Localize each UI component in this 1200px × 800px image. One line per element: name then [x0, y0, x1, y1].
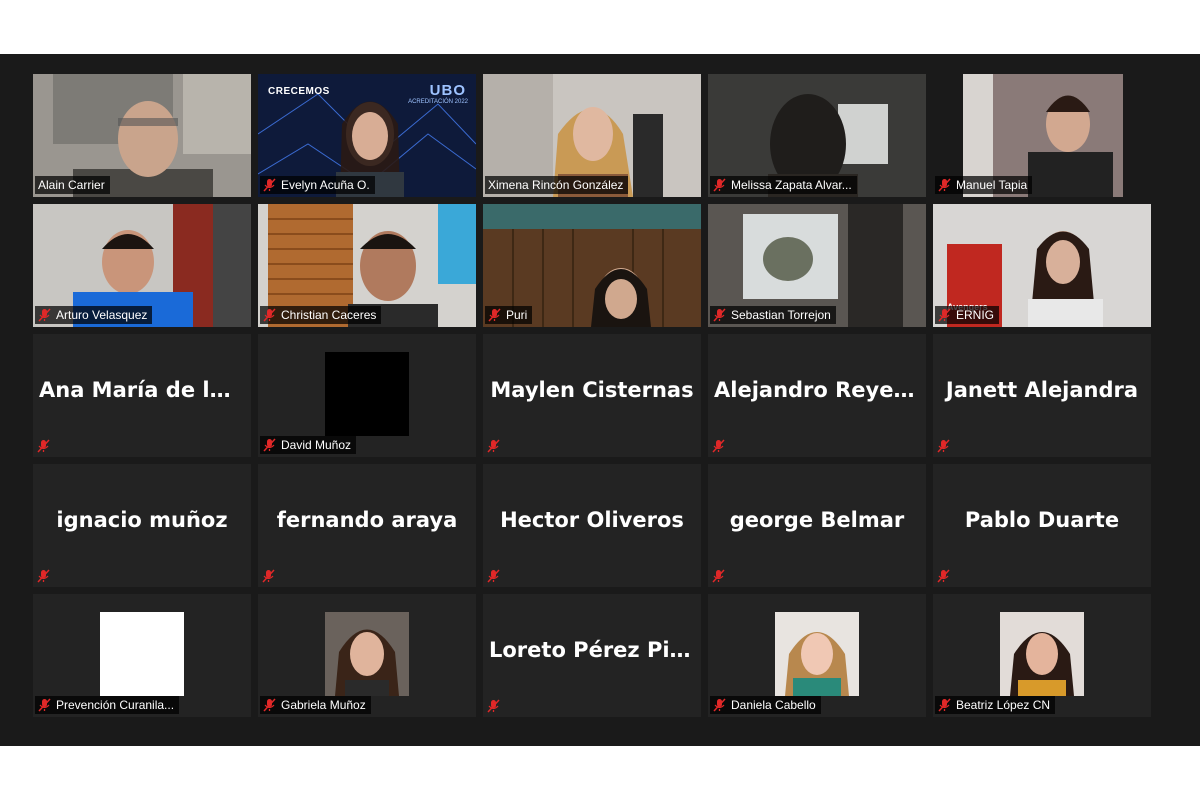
participant-tile[interactable]: CRECEMOS UBO ACREDITACIÓN 2022 Evelyn Ac…	[258, 74, 476, 197]
participant-tile[interactable]: Christian Caceres	[258, 204, 476, 327]
participant-label: Ximena Rincón González	[485, 176, 629, 194]
participant-name: Ximena Rincón González	[488, 178, 624, 192]
participant-name: Manuel Tapia	[956, 178, 1028, 192]
participant-display-name: Hector Oliveros	[500, 508, 684, 532]
participant-label: ERNIG	[935, 306, 1000, 324]
participant-label: Melissa Zapata Alvar...	[710, 176, 857, 194]
avatar	[325, 612, 409, 696]
muted-mic-icon	[712, 439, 725, 453]
avatar	[1000, 612, 1084, 696]
participant-label: Daniela Cabello	[710, 696, 821, 714]
participant-tile[interactable]: Sebastian Torrejon	[708, 204, 926, 327]
participant-tile[interactable]: Puri	[483, 204, 701, 327]
participant-label: Puri	[485, 306, 533, 324]
overlay-logo: CRECEMOS	[268, 86, 330, 97]
muted-mic-icon	[262, 569, 275, 583]
participant-display-name: Loreto Pérez Piz...	[489, 638, 701, 662]
participant-tile[interactable]: Alejandro Reyes...	[708, 334, 926, 457]
participant-tile[interactable]: Manuel Tapia	[933, 74, 1151, 197]
muted-mic-icon	[713, 308, 726, 322]
muted-mic-icon	[938, 698, 951, 712]
muted-mic-icon	[938, 178, 951, 192]
overlay-brand: UBO	[429, 82, 466, 99]
muted-mic-icon	[37, 439, 50, 453]
muted-mic-icon	[937, 439, 950, 453]
participant-tile[interactable]: Avengers ERNIG	[933, 204, 1151, 327]
muted-mic-icon	[263, 698, 276, 712]
participant-name: Sebastian Torrejon	[731, 308, 831, 322]
muted-mic-icon	[937, 569, 950, 583]
participant-display-name: Janett Alejandra	[945, 378, 1139, 402]
participant-tile[interactable]: Prevención Curanila...	[33, 594, 251, 717]
participant-name: Gabriela Muñoz	[281, 698, 366, 712]
participant-tile[interactable]: Hector Oliveros	[483, 464, 701, 587]
participant-name: Alain Carrier	[38, 178, 105, 192]
muted-mic-icon	[487, 439, 500, 453]
participant-name: Evelyn Acuña O.	[281, 178, 370, 192]
muted-mic-icon	[938, 308, 951, 322]
overlay-brand-sub: ACREDITACIÓN 2022	[408, 99, 468, 105]
muted-mic-icon	[263, 438, 276, 452]
participant-label: Evelyn Acuña O.	[260, 176, 375, 194]
participant-label: Manuel Tapia	[935, 176, 1033, 194]
participant-label: Prevención Curanila...	[35, 696, 180, 714]
participant-label: Gabriela Muñoz	[260, 696, 371, 714]
avatar	[100, 612, 184, 696]
participant-tile-active-speaker[interactable]: Ximena Rincón González	[483, 74, 701, 197]
muted-mic-icon	[38, 308, 51, 322]
meeting-window: Alain Carrier CRECEMOS UBO ACREDITACIÓN …	[0, 54, 1200, 746]
participant-label: Arturo Velasquez	[35, 306, 153, 324]
participant-tile[interactable]: Daniela Cabello	[708, 594, 926, 717]
participant-name: Puri	[506, 308, 528, 322]
participant-tile[interactable]: Alain Carrier	[33, 74, 251, 197]
participant-tile[interactable]: fernando araya	[258, 464, 476, 587]
muted-mic-icon	[263, 178, 276, 192]
muted-mic-icon	[37, 569, 50, 583]
muted-mic-icon	[38, 698, 51, 712]
participant-label: Alain Carrier	[35, 176, 110, 194]
muted-mic-icon	[487, 569, 500, 583]
participant-tile[interactable]: Gabriela Muñoz	[258, 594, 476, 717]
participant-name: Arturo Velasquez	[56, 308, 148, 322]
muted-mic-icon	[488, 308, 501, 322]
participant-name: Prevención Curanila...	[56, 698, 175, 712]
participant-label: Beatriz López CN	[935, 696, 1056, 714]
muted-mic-icon	[263, 308, 276, 322]
participant-display-name: Ana María de lo...	[39, 378, 248, 402]
muted-mic-icon	[487, 699, 500, 713]
participant-tile[interactable]: David Muñoz	[258, 334, 476, 457]
participant-name: ERNIG	[956, 308, 995, 322]
participant-label: David Muñoz	[260, 436, 357, 454]
participant-tile[interactable]: Melissa Zapata Alvar...	[708, 74, 926, 197]
participant-tile[interactable]: Beatriz López CN	[933, 594, 1151, 717]
avatar	[775, 612, 859, 696]
participant-tile[interactable]: Ana María de lo...	[33, 334, 251, 457]
participant-tile[interactable]: Loreto Pérez Piz...	[483, 594, 701, 717]
participant-display-name: ignacio muñoz	[56, 508, 228, 532]
gallery-grid: Alain Carrier CRECEMOS UBO ACREDITACIÓN …	[33, 74, 1153, 717]
avatar	[325, 352, 409, 436]
participant-name: Daniela Cabello	[731, 698, 816, 712]
participant-tile[interactable]: Janett Alejandra	[933, 334, 1151, 457]
participant-display-name: Maylen Cisternas	[490, 378, 694, 402]
participant-name: Christian Caceres	[281, 308, 377, 322]
participant-name: David Muñoz	[281, 438, 352, 452]
participant-display-name: george Belmar	[729, 508, 905, 532]
participant-display-name: Alejandro Reyes...	[714, 378, 926, 402]
participant-label: Sebastian Torrejon	[710, 306, 836, 324]
participant-display-name: Pablo Duarte	[964, 508, 1120, 532]
muted-mic-icon	[713, 698, 726, 712]
muted-mic-icon	[713, 178, 726, 192]
participant-tile[interactable]: ignacio muñoz	[33, 464, 251, 587]
participant-tile[interactable]: Arturo Velasquez	[33, 204, 251, 327]
participant-tile[interactable]: george Belmar	[708, 464, 926, 587]
participant-name: Melissa Zapata Alvar...	[731, 178, 852, 192]
participant-tile[interactable]: Maylen Cisternas	[483, 334, 701, 457]
participant-label: Christian Caceres	[260, 306, 382, 324]
participant-display-name: fernando araya	[276, 508, 458, 532]
participant-tile[interactable]: Pablo Duarte	[933, 464, 1151, 587]
muted-mic-icon	[712, 569, 725, 583]
participant-name: Beatriz López CN	[956, 698, 1051, 712]
